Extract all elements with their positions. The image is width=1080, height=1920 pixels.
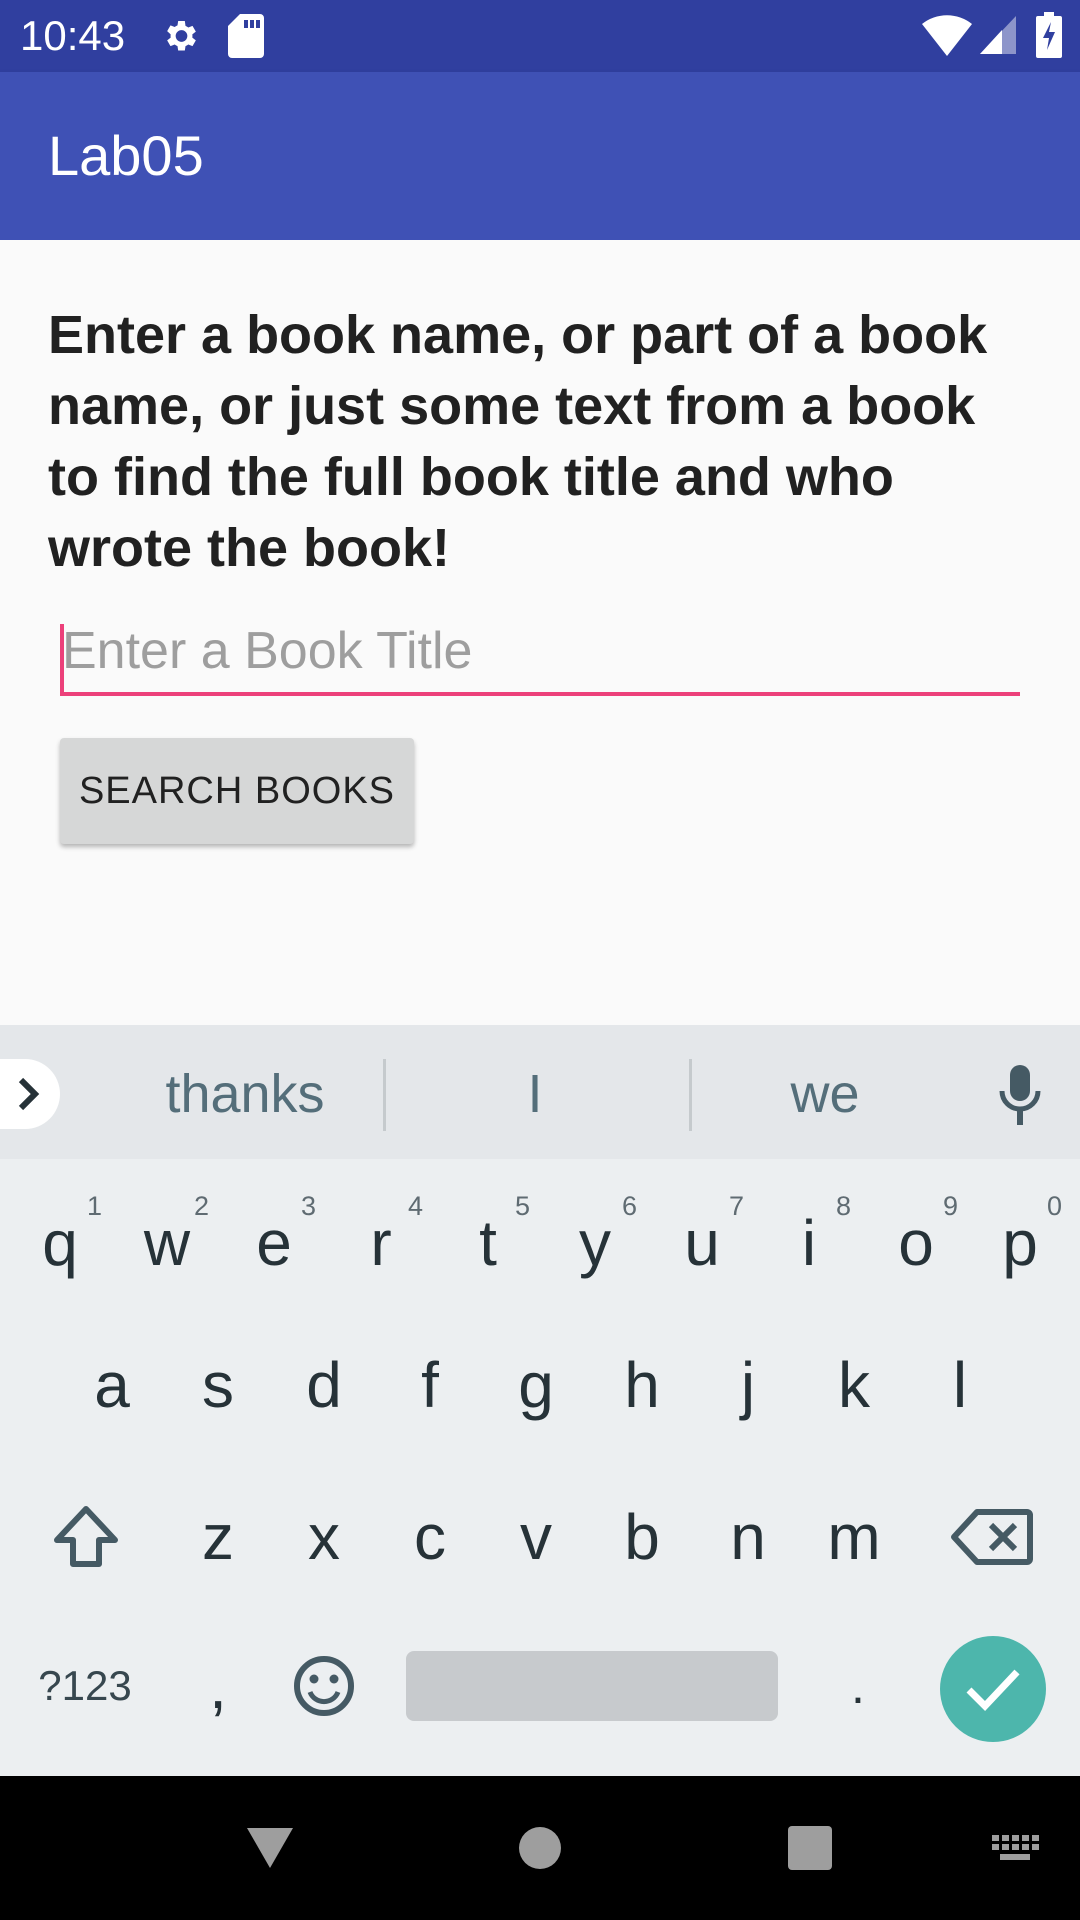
key-z[interactable]: z <box>168 1467 268 1607</box>
key-g[interactable]: g <box>486 1315 586 1455</box>
key-n[interactable]: n <box>698 1467 798 1607</box>
check-icon[interactable] <box>940 1636 1046 1742</box>
key-u[interactable]: u7 <box>652 1173 752 1313</box>
space-bar[interactable] <box>406 1651 778 1721</box>
key-p[interactable]: p0 <box>970 1173 1070 1313</box>
emoji-icon[interactable] <box>274 1616 374 1756</box>
key-period[interactable]: . <box>808 1616 908 1756</box>
key-f[interactable]: f <box>380 1315 480 1455</box>
suggestion-divider <box>383 1059 386 1131</box>
key-l[interactable]: l <box>910 1315 1010 1455</box>
key-o[interactable]: o9 <box>866 1173 966 1313</box>
suggestion-strip: thanks I we <box>0 1025 1080 1159</box>
key-c[interactable]: c <box>380 1467 480 1607</box>
book-title-field[interactable] <box>60 610 1020 696</box>
home-icon[interactable] <box>490 1776 590 1920</box>
signal-icon <box>980 16 1016 59</box>
suggestion-2[interactable]: I <box>400 1061 670 1127</box>
key-h[interactable]: h <box>592 1315 692 1455</box>
suggestion-1[interactable]: thanks <box>110 1061 380 1127</box>
key-k[interactable]: k <box>804 1315 904 1455</box>
key-i[interactable]: i8 <box>759 1173 859 1313</box>
status-bar: 10:43 <box>0 0 1080 72</box>
backspace-icon[interactable] <box>942 1467 1042 1607</box>
key-w[interactable]: w2 <box>117 1173 217 1313</box>
mic-icon[interactable] <box>990 1061 1050 1131</box>
sd-card-icon <box>228 14 264 63</box>
main-content: Enter a book name, or part of a book nam… <box>0 240 1080 1025</box>
key-m[interactable]: m <box>804 1467 904 1607</box>
book-title-input[interactable] <box>60 610 1020 692</box>
instructions-text: Enter a book name, or part of a book nam… <box>48 305 988 578</box>
app-title: Lab05 <box>48 124 204 187</box>
battery-charging-icon <box>1036 12 1062 63</box>
key-t[interactable]: t5 <box>438 1173 538 1313</box>
key-q[interactable]: q1 <box>10 1173 110 1313</box>
key-d[interactable]: d <box>274 1315 374 1455</box>
key-s[interactable]: s <box>168 1315 268 1455</box>
symbols-key[interactable]: ?123 <box>20 1616 150 1756</box>
suggestion-3[interactable]: we <box>700 1061 950 1127</box>
back-icon[interactable] <box>220 1776 320 1920</box>
app-bar: Lab05 <box>0 72 1080 240</box>
gear-icon <box>160 14 200 63</box>
recents-icon[interactable] <box>760 1776 860 1920</box>
wifi-icon <box>922 14 972 61</box>
key-e[interactable]: e3 <box>224 1173 324 1313</box>
key-x[interactable]: x <box>274 1467 374 1607</box>
key-a[interactable]: a <box>62 1315 162 1455</box>
key-v[interactable]: v <box>486 1467 586 1607</box>
soft-keyboard: thanks I we q1 w2 e3 r4 t5 y6 u7 i8 o9 p… <box>0 1025 1080 1776</box>
key-comma[interactable]: , <box>168 1616 268 1756</box>
shift-icon[interactable] <box>36 1467 136 1607</box>
keyboard-switch-icon[interactable] <box>980 1776 1050 1920</box>
key-b[interactable]: b <box>592 1467 692 1607</box>
key-r[interactable]: r4 <box>331 1173 431 1313</box>
chevron-right-icon[interactable] <box>0 1059 60 1129</box>
status-time: 10:43 <box>20 12 126 59</box>
key-y[interactable]: y6 <box>545 1173 645 1313</box>
navigation-bar <box>0 1776 1080 1920</box>
key-j[interactable]: j <box>698 1315 798 1455</box>
suggestion-divider <box>689 1059 692 1131</box>
search-books-button[interactable]: SEARCH BOOKS <box>60 738 414 844</box>
